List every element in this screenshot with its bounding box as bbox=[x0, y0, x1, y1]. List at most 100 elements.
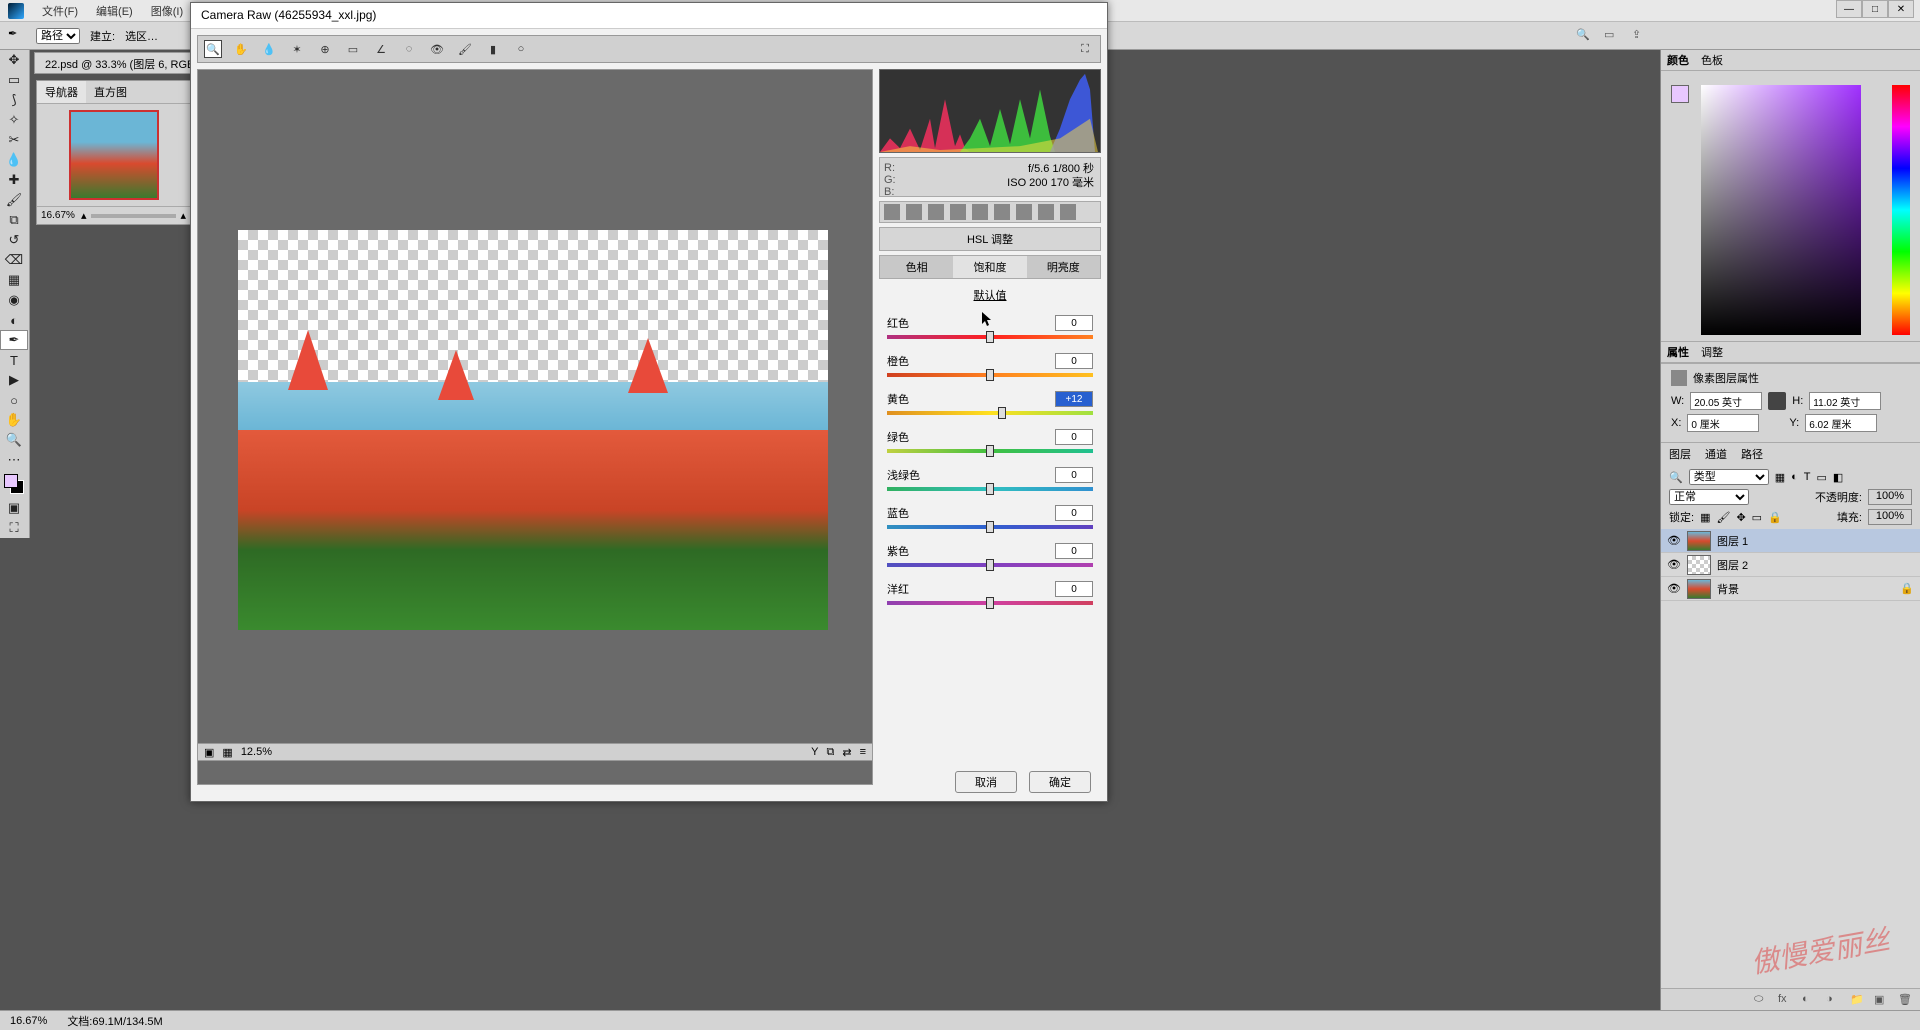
y-input[interactable] bbox=[1805, 414, 1877, 432]
more-tools-icon[interactable]: ⋯ bbox=[0, 450, 28, 470]
lock-pos-icon[interactable]: ✥ bbox=[1736, 511, 1745, 524]
layer-name[interactable]: 图层 2 bbox=[1717, 557, 1748, 573]
hue-subtab[interactable]: 色相 bbox=[880, 256, 953, 278]
mask-icon[interactable]: ◐ bbox=[1802, 993, 1816, 1007]
link-wh-icon[interactable] bbox=[1768, 392, 1786, 410]
slider-value-input[interactable] bbox=[1055, 315, 1093, 331]
close-button[interactable]: ✕ bbox=[1888, 0, 1914, 18]
color-sampler-icon[interactable]: ✶ bbox=[288, 40, 306, 58]
heal-tool-icon[interactable]: ✚ bbox=[0, 170, 28, 190]
menu-file[interactable]: 文件(F) bbox=[42, 3, 78, 19]
visibility-icon[interactable]: 👁 bbox=[1667, 582, 1681, 595]
hsl-tab-icon[interactable] bbox=[950, 204, 966, 220]
radial-icon[interactable]: ○ bbox=[512, 40, 530, 58]
slider-thumb[interactable] bbox=[986, 521, 994, 533]
slider-track[interactable] bbox=[887, 449, 1093, 453]
slider-value-input[interactable] bbox=[1055, 353, 1093, 369]
selection-button[interactable]: 选区… bbox=[125, 28, 158, 44]
trash-icon[interactable]: 🗑 bbox=[1898, 993, 1912, 1007]
filter-kind-select[interactable]: 类型 bbox=[1689, 469, 1769, 485]
zoom-in-icon[interactable]: ▴ bbox=[180, 209, 186, 222]
slider-thumb[interactable] bbox=[986, 597, 994, 609]
layer-row[interactable]: 👁图层 2 bbox=[1661, 553, 1920, 577]
saturation-subtab[interactable]: 饱和度 bbox=[953, 256, 1026, 278]
hue-bar[interactable] bbox=[1892, 85, 1910, 335]
layer-thumbnail[interactable] bbox=[1687, 531, 1711, 551]
lens-tab-icon[interactable] bbox=[994, 204, 1010, 220]
marquee-tool-icon[interactable]: ▭ bbox=[0, 70, 28, 90]
quickmask-icon[interactable]: ▣ bbox=[0, 498, 28, 518]
swatches-panel-tab[interactable]: 色板 bbox=[1701, 52, 1723, 68]
layers-tab[interactable]: 图层 bbox=[1669, 446, 1691, 462]
presets-tab-icon[interactable] bbox=[1060, 204, 1076, 220]
calib-tab-icon[interactable] bbox=[1038, 204, 1054, 220]
craw-zoom[interactable]: 12.5% bbox=[241, 746, 272, 758]
share-icon[interactable]: ⇪ bbox=[1632, 28, 1650, 46]
filter-smart-icon[interactable]: ◧ bbox=[1833, 471, 1843, 484]
height-input[interactable] bbox=[1809, 392, 1881, 410]
blur-tool-icon[interactable]: ◉ bbox=[0, 290, 28, 310]
fill-icon[interactable]: ▦ bbox=[222, 746, 232, 759]
menu-edit[interactable]: 编辑(E) bbox=[96, 3, 133, 19]
crop-icon[interactable]: ▭ bbox=[344, 40, 362, 58]
slider-track[interactable] bbox=[887, 487, 1093, 491]
gradient-tool-icon[interactable]: ▦ bbox=[0, 270, 28, 290]
lock-trans-icon[interactable]: ▦ bbox=[1700, 511, 1710, 524]
filter-adjust-icon[interactable]: ◐ bbox=[1791, 471, 1798, 483]
wb-icon[interactable]: 💧 bbox=[260, 40, 278, 58]
image-preview[interactable] bbox=[238, 230, 828, 630]
curve-tab-icon[interactable] bbox=[906, 204, 922, 220]
zoom-icon[interactable]: 🔍 bbox=[204, 40, 222, 58]
detail-tab-icon[interactable] bbox=[928, 204, 944, 220]
basic-tab-icon[interactable] bbox=[884, 204, 900, 220]
brush-tool-icon[interactable]: 🖌 bbox=[0, 190, 28, 210]
fullscreen-icon[interactable]: ⛶ bbox=[1076, 40, 1094, 58]
lasso-tool-icon[interactable]: ⟆ bbox=[0, 90, 28, 110]
new-layer-icon[interactable]: ▣ bbox=[1874, 993, 1888, 1007]
hand-tool-icon[interactable]: ✋ bbox=[0, 410, 28, 430]
screenmode-icon[interactable]: ⛶ bbox=[0, 518, 28, 538]
slider-thumb[interactable] bbox=[986, 331, 994, 343]
settings-icon[interactable]: ≡ bbox=[860, 746, 866, 758]
maximize-button[interactable]: □ bbox=[1862, 0, 1888, 18]
straighten-icon[interactable]: ∠ bbox=[372, 40, 390, 58]
adjustment-icon[interactable]: ◑ bbox=[1826, 993, 1840, 1007]
target-adjust-icon[interactable]: ⊕ bbox=[316, 40, 334, 58]
histogram-tab[interactable]: 直方图 bbox=[86, 81, 135, 103]
shape-tool-icon[interactable]: ○ bbox=[0, 390, 28, 410]
status-zoom[interactable]: 16.67% bbox=[10, 1015, 47, 1027]
slider-track[interactable] bbox=[887, 563, 1093, 567]
slider-value-input[interactable] bbox=[1055, 505, 1093, 521]
lock-all-icon[interactable]: 🔒 bbox=[1768, 511, 1782, 524]
preview-toggle-icon[interactable]: Y bbox=[811, 746, 818, 758]
fx-tab-icon[interactable] bbox=[1016, 204, 1032, 220]
layer-row[interactable]: 👁图层 1 bbox=[1661, 529, 1920, 553]
history-brush-icon[interactable]: ↺ bbox=[0, 230, 28, 250]
wand-tool-icon[interactable]: ✧ bbox=[0, 110, 28, 130]
blend-mode-select[interactable]: 正常 bbox=[1669, 489, 1749, 505]
filter-shape-icon[interactable]: ▭ bbox=[1817, 471, 1827, 484]
crop-tool-icon[interactable]: ✂ bbox=[0, 130, 28, 150]
slider-value-input[interactable] bbox=[1055, 429, 1093, 445]
width-input[interactable] bbox=[1690, 392, 1762, 410]
lock-paint-icon[interactable]: 🖌 bbox=[1716, 511, 1730, 524]
search-icon[interactable]: 🔍 bbox=[1576, 28, 1594, 46]
before-after-icon[interactable]: ⧉ bbox=[827, 746, 835, 759]
navigator-thumbnail[interactable] bbox=[69, 110, 159, 200]
type-tool-icon[interactable]: T bbox=[0, 350, 28, 370]
layer-name[interactable]: 图层 1 bbox=[1717, 533, 1748, 549]
slider-thumb[interactable] bbox=[986, 369, 994, 381]
navigator-tab[interactable]: 导航器 bbox=[37, 81, 86, 103]
slider-track[interactable] bbox=[887, 411, 1093, 415]
slider-thumb[interactable] bbox=[998, 407, 1006, 419]
layer-thumbnail[interactable] bbox=[1687, 579, 1711, 599]
fx-icon[interactable]: fx bbox=[1778, 993, 1792, 1007]
pen-tool-icon[interactable]: ✒ bbox=[0, 330, 28, 350]
slider-value-input[interactable] bbox=[1055, 543, 1093, 559]
slider-track[interactable] bbox=[887, 373, 1093, 377]
slider-thumb[interactable] bbox=[986, 559, 994, 571]
swap-icon[interactable]: ⇄ bbox=[842, 746, 851, 759]
move-tool-icon[interactable]: ✥ bbox=[0, 50, 28, 70]
group-icon[interactable]: 📁 bbox=[1850, 993, 1864, 1007]
layer-thumbnail[interactable] bbox=[1687, 555, 1711, 575]
